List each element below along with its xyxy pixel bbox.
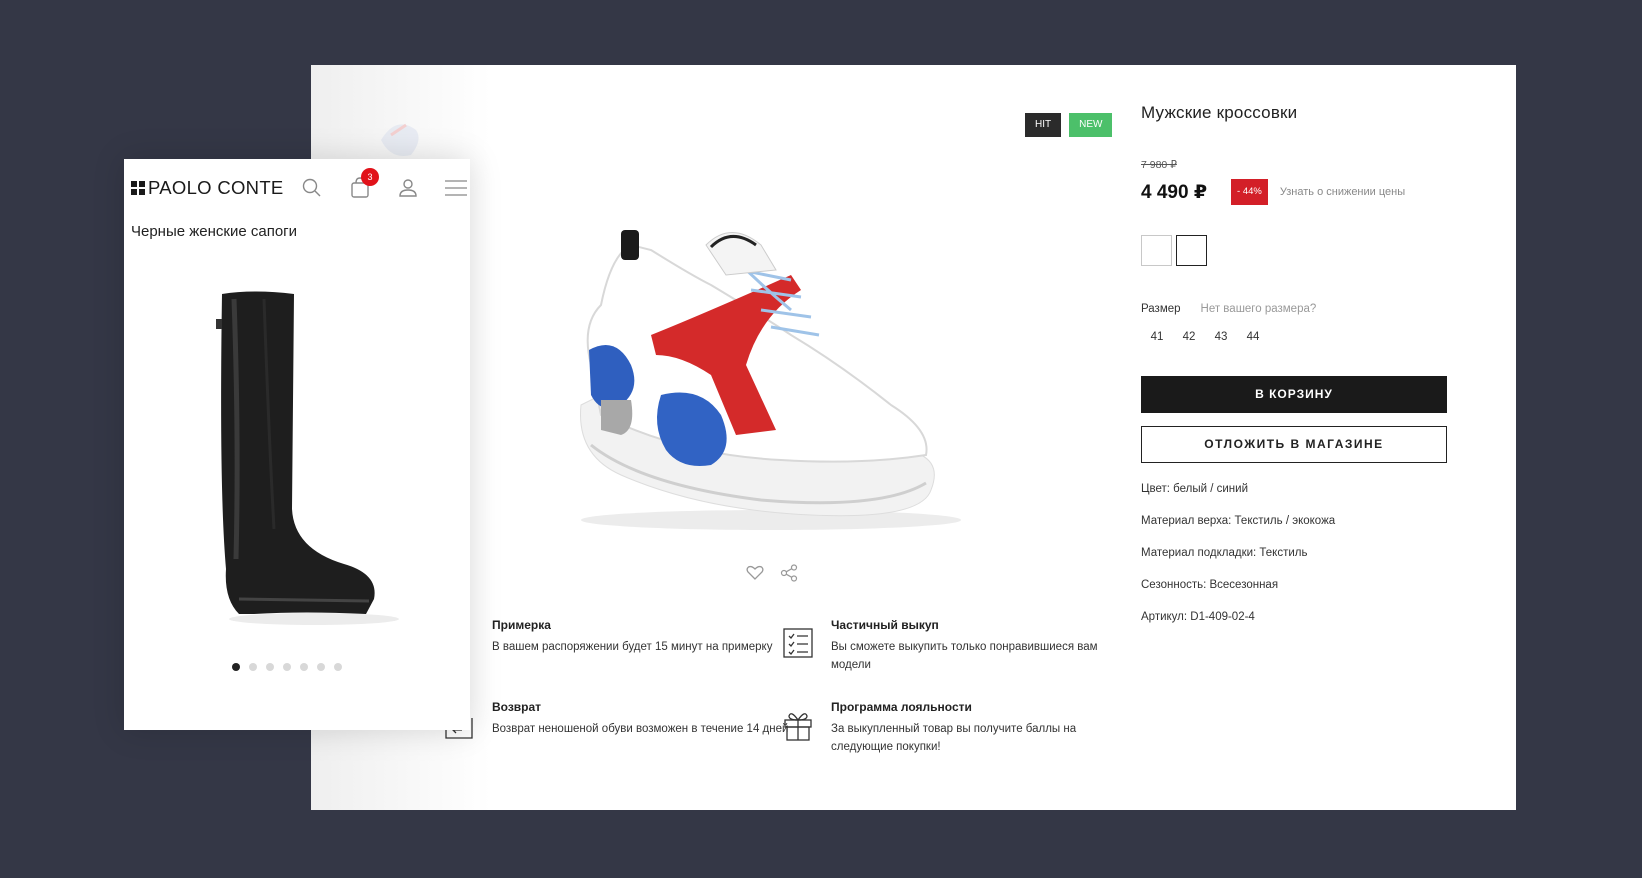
feature-text: За выкупленный товар вы получите баллы н… xyxy=(831,723,1077,753)
gallery-dot[interactable] xyxy=(266,663,274,671)
feature-text: Вы сможете выкупить только понравившиеся… xyxy=(831,641,1098,671)
product-actions xyxy=(745,563,799,583)
color-swatches xyxy=(1141,235,1451,266)
product-info: Мужские кроссовки 7 980 ₽ 4 490 ₽ - 44% … xyxy=(1141,103,1451,643)
heart-icon[interactable] xyxy=(745,563,765,583)
mobile-header-icons: 3 xyxy=(299,168,469,203)
product-image-boot[interactable] xyxy=(194,289,404,629)
attr-color: Цвет: белый / синий xyxy=(1141,483,1248,495)
gift-icon xyxy=(784,713,812,741)
mobile-product-page: PAOLO CONTE 3 Черные женские сапоги xyxy=(124,159,470,730)
new-badge: NEW xyxy=(1069,113,1113,137)
cart-count-badge: 3 xyxy=(361,168,379,186)
feature-return: Возврат Возврат неношеной обуви возможен… xyxy=(445,700,792,739)
size-option[interactable]: 41 xyxy=(1141,331,1173,343)
gallery-dot[interactable] xyxy=(249,663,257,671)
share-icon[interactable] xyxy=(779,563,799,583)
product-attributes: Цвет: белый / синий Материал верха: Текс… xyxy=(1141,483,1451,643)
current-price: 4 490 ₽ xyxy=(1141,181,1208,203)
feature-partial-buyout: Частичный выкуп Вы сможете выкупить толь… xyxy=(783,618,1131,674)
checklist-icon xyxy=(783,628,813,658)
mobile-header: PAOLO CONTE 3 xyxy=(131,168,469,203)
size-header: Размер Нет вашего размера? xyxy=(1141,303,1451,315)
price-drop-link[interactable]: Узнать о снижении цены xyxy=(1280,186,1405,198)
gallery-dot[interactable] xyxy=(283,663,291,671)
size-option[interactable]: 42 xyxy=(1173,331,1205,343)
product-badges: HIT NEW xyxy=(1025,113,1113,137)
brand-logo[interactable]: PAOLO CONTE xyxy=(131,177,284,199)
gallery-dots xyxy=(232,663,342,671)
size-option[interactable]: 44 xyxy=(1237,331,1269,343)
logo-text: PAOLO CONTE xyxy=(148,177,284,198)
hit-badge: HIT xyxy=(1025,113,1062,137)
color-swatch-selected[interactable] xyxy=(1176,235,1207,266)
gallery-dot[interactable] xyxy=(334,663,342,671)
gallery-dot[interactable] xyxy=(232,663,240,671)
feature-fitting: Примерка В вашем распоряжении будет 15 м… xyxy=(443,618,792,656)
size-label: Размер xyxy=(1141,303,1181,315)
feature-title: Программа лояльности xyxy=(831,700,972,714)
menu-icon[interactable] xyxy=(443,175,469,201)
old-price: 7 980 ₽ xyxy=(1141,159,1177,171)
feature-title: Частичный выкуп xyxy=(831,618,939,632)
feature-title: Примерка xyxy=(492,618,551,632)
size-help-link[interactable]: Нет вашего размера? xyxy=(1201,303,1317,315)
logo-mark-icon xyxy=(131,181,145,195)
mobile-product-title: Черные женские сапоги xyxy=(131,223,298,240)
gallery-dot[interactable] xyxy=(317,663,325,671)
product-title: Мужские кроссовки xyxy=(1141,103,1298,122)
attr-sku: Артикул: D1-409-02-4 xyxy=(1141,611,1255,623)
size-option[interactable]: 43 xyxy=(1205,331,1237,343)
user-icon[interactable] xyxy=(395,175,421,201)
reserve-in-store-button[interactable]: ОТЛОЖИТЬ В МАГАЗИНЕ xyxy=(1141,426,1447,463)
attr-lining-material: Материал подкладки: Текстиль xyxy=(1141,547,1308,559)
search-icon[interactable] xyxy=(299,175,325,201)
feature-loyalty: Программа лояльности За выкупленный това… xyxy=(784,700,1131,756)
desktop-product-page: HIT NEW Примерка В вашем распоряжении бу… xyxy=(311,65,1516,810)
attr-upper-material: Материал верха: Текстиль / экокожа xyxy=(1141,515,1336,527)
color-swatch[interactable] xyxy=(1141,235,1172,266)
discount-badge: - 44% xyxy=(1231,179,1268,205)
price-row: 4 490 ₽ - 44% Узнать о снижении цены xyxy=(1141,179,1451,205)
size-options: 41 42 43 44 xyxy=(1141,331,1451,343)
gallery-dot[interactable] xyxy=(300,663,308,671)
attr-season: Сезонность: Всесезонная xyxy=(1141,579,1279,591)
add-to-cart-button[interactable]: В КОРЗИНУ xyxy=(1141,376,1447,413)
feature-title: Возврат xyxy=(492,700,542,714)
cart-button[interactable]: 3 xyxy=(347,168,379,201)
feature-text: В вашем распоряжении будет 15 минут на п… xyxy=(492,641,773,653)
feature-text: Возврат неношеной обуви возможен в течен… xyxy=(492,723,789,735)
product-image-sneaker[interactable] xyxy=(561,215,981,545)
